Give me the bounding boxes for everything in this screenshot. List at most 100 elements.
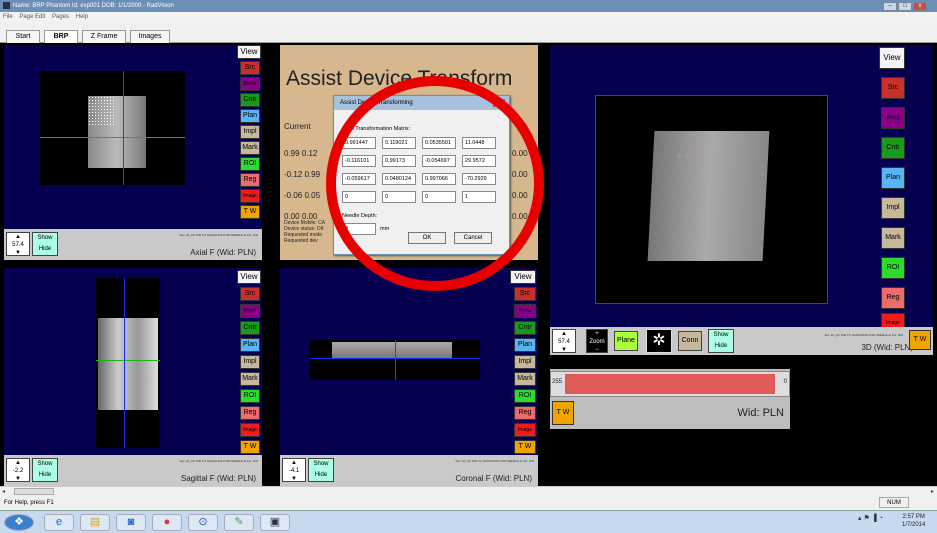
threed-blend-button[interactable]: Blend <box>881 107 905 129</box>
matrix-cell[interactable]: 0.0535501 <box>422 137 456 149</box>
horizontal-scrollbar[interactable]: ◂ ▸ <box>0 486 937 496</box>
menu-page-edit[interactable]: Page Edit <box>19 14 45 20</box>
tab-images[interactable]: Images <box>130 30 170 43</box>
matrix-cell[interactable]: -0.116101 <box>342 155 376 167</box>
tab-start[interactable]: Start <box>6 30 40 43</box>
coronal-reg-button[interactable]: Reg <box>514 406 536 420</box>
menu-help[interactable]: Help <box>76 14 88 20</box>
conn-button[interactable]: Conn <box>678 331 702 351</box>
matrix-cell[interactable]: 0 <box>342 191 376 203</box>
threed-src-button[interactable]: Src <box>881 77 905 99</box>
sagittal-src-button[interactable]: Src <box>240 287 260 301</box>
threed-cntr-button[interactable]: Cntr <box>881 137 905 159</box>
sagittal-slice-spinner[interactable]: ▲ -2.2 ▼ <box>6 458 30 482</box>
sagittal-pane[interactable]: ▲ -2.2 ▼ Show Hide Ser: 10_AX T2E TO GUIDAN… <box>4 268 262 486</box>
coronal-impl-button[interactable]: Impl <box>514 355 536 369</box>
threed-show-hide[interactable]: Show Hide <box>708 329 734 353</box>
skype-icon[interactable]: ⊙ <box>188 514 218 531</box>
matrix-cell[interactable]: 0.0480124 <box>382 173 416 185</box>
matrix-cell[interactable]: -0.059617 <box>342 173 376 185</box>
window-tw-button[interactable]: T W <box>552 401 574 425</box>
axial-mark-button[interactable]: Mark <box>240 141 260 155</box>
chrome-icon[interactable]: ● <box>152 514 182 531</box>
coronal-src-button[interactable]: Src <box>514 287 536 301</box>
sagittal-view-button[interactable]: View <box>237 270 261 284</box>
threed-roi-button[interactable]: ROI <box>881 257 905 279</box>
coronal-plan-button[interactable]: Plan <box>514 338 536 352</box>
coronal-image-button[interactable]: Image <box>514 423 536 437</box>
tab-brp[interactable]: BRP <box>44 30 78 43</box>
coronal-roi-button[interactable]: ROI <box>514 389 536 403</box>
coronal-show-hide[interactable]: Show Hide <box>308 458 334 482</box>
matrix-cell[interactable]: 0.991447 <box>342 137 376 149</box>
matrix-cell[interactable]: 0 <box>422 191 456 203</box>
coronal-slice-spinner[interactable]: ▲ -4.1 ▼ <box>282 458 306 482</box>
close-button[interactable]: x <box>913 2 927 11</box>
axial-image-button[interactable]: Image <box>240 189 260 203</box>
coronal-blend-button[interactable]: Blend <box>514 304 536 318</box>
matrix-cell[interactable]: 0.997066 <box>422 173 456 185</box>
window-range-bar[interactable] <box>565 374 775 394</box>
tab-z-frame[interactable]: Z Frame <box>82 30 126 43</box>
coronal-mark-button[interactable]: Mark <box>514 372 536 386</box>
plane-button[interactable]: Plane <box>614 331 638 351</box>
axial-slice-spinner[interactable]: ▲ 57.4 ▼ <box>6 232 30 256</box>
axial-tw-button[interactable]: T W <box>240 205 260 219</box>
ok-button[interactable]: OK <box>408 232 446 244</box>
axes-icon[interactable]: ✲ <box>646 329 672 353</box>
matrix-cell[interactable]: 0.99173 <box>382 155 416 167</box>
threed-tw-button[interactable]: T W <box>909 330 931 350</box>
axial-reg-button[interactable]: Reg <box>240 173 260 187</box>
sagittal-blend-button[interactable]: Blend <box>240 304 260 318</box>
needle-depth-input[interactable]: 0 <box>342 223 376 235</box>
coronal-pane[interactable]: ▲ -4.1 ▼ Show Hide Ser: 10_AX T2E TO GUIDAN… <box>280 268 538 486</box>
axial-plan-button[interactable]: Plan <box>240 109 260 123</box>
scroll-right-icon[interactable]: ▸ <box>931 488 934 495</box>
threed-pane[interactable]: + + + + View Src Blend Cntr Plan Impl Ma… <box>550 45 933 355</box>
matrix-cell[interactable]: -0.054697 <box>422 155 456 167</box>
coronal-view-button[interactable]: View <box>510 270 536 284</box>
threed-reg-button[interactable]: Reg <box>881 287 905 309</box>
axial-impl-button[interactable]: Impl <box>240 125 260 139</box>
file-explorer-icon[interactable]: ▤ <box>80 514 110 531</box>
outlook-icon[interactable]: ◙ <box>116 514 146 531</box>
axial-src-button[interactable]: Src <box>240 61 260 75</box>
sagittal-tw-button[interactable]: T W <box>240 440 260 454</box>
matrix-cell[interactable]: 11.0448 <box>462 137 496 149</box>
axial-show-hide[interactable]: Show Hide <box>32 232 58 256</box>
scroll-thumb[interactable] <box>14 488 54 495</box>
sagittal-cntr-button[interactable]: Cntr <box>240 321 260 335</box>
sagittal-reg-button[interactable]: Reg <box>240 406 260 420</box>
zoom-control[interactable]: + Zoom − <box>586 329 608 353</box>
sagittal-plan-button[interactable]: Plan <box>240 338 260 352</box>
sagittal-show-hide[interactable]: Show Hide <box>32 458 58 482</box>
paint-icon[interactable]: ✎ <box>224 514 254 531</box>
maximize-button[interactable]: □ <box>898 2 912 11</box>
menu-file[interactable]: File <box>3 14 13 20</box>
threed-plan-button[interactable]: Plan <box>881 167 905 189</box>
menu-pages[interactable]: Pages <box>52 14 69 20</box>
scroll-left-icon[interactable]: ◂ <box>2 488 5 495</box>
sagittal-impl-button[interactable]: Impl <box>240 355 260 369</box>
matrix-cell[interactable]: -70.2929 <box>462 173 496 185</box>
sagittal-roi-button[interactable]: ROI <box>240 389 260 403</box>
axial-view-button[interactable]: View <box>237 45 261 59</box>
sagittal-image-button[interactable]: Image <box>240 423 260 437</box>
matrix-cell[interactable]: 29.9572 <box>462 155 496 167</box>
sagittal-mark-button[interactable]: Mark <box>240 372 260 386</box>
matrix-cell[interactable]: 0 <box>382 191 416 203</box>
axial-roi-button[interactable]: ROI <box>240 157 260 171</box>
internet-explorer-icon[interactable]: e <box>44 514 74 531</box>
system-tray-icons[interactable]: ▴ ⚑ ▐ ◔ <box>858 514 883 522</box>
minimize-button[interactable]: – <box>883 2 897 11</box>
window-slider[interactable]: 255 0 <box>550 371 790 397</box>
threed-impl-button[interactable]: Impl <box>881 197 905 219</box>
matrix-cell[interactable]: 1 <box>462 191 496 203</box>
threed-mark-button[interactable]: Mark <box>881 227 905 249</box>
coronal-tw-button[interactable]: T W <box>514 440 536 454</box>
start-orb-icon[interactable]: ❖ <box>4 514 34 531</box>
matrix-cell[interactable]: 0.119021 <box>382 137 416 149</box>
coronal-cntr-button[interactable]: Cntr <box>514 321 536 335</box>
threed-slice-spinner[interactable]: ▲ 57.4 ▼ <box>552 329 576 353</box>
radvision-app-icon[interactable]: ▣ <box>260 514 290 531</box>
